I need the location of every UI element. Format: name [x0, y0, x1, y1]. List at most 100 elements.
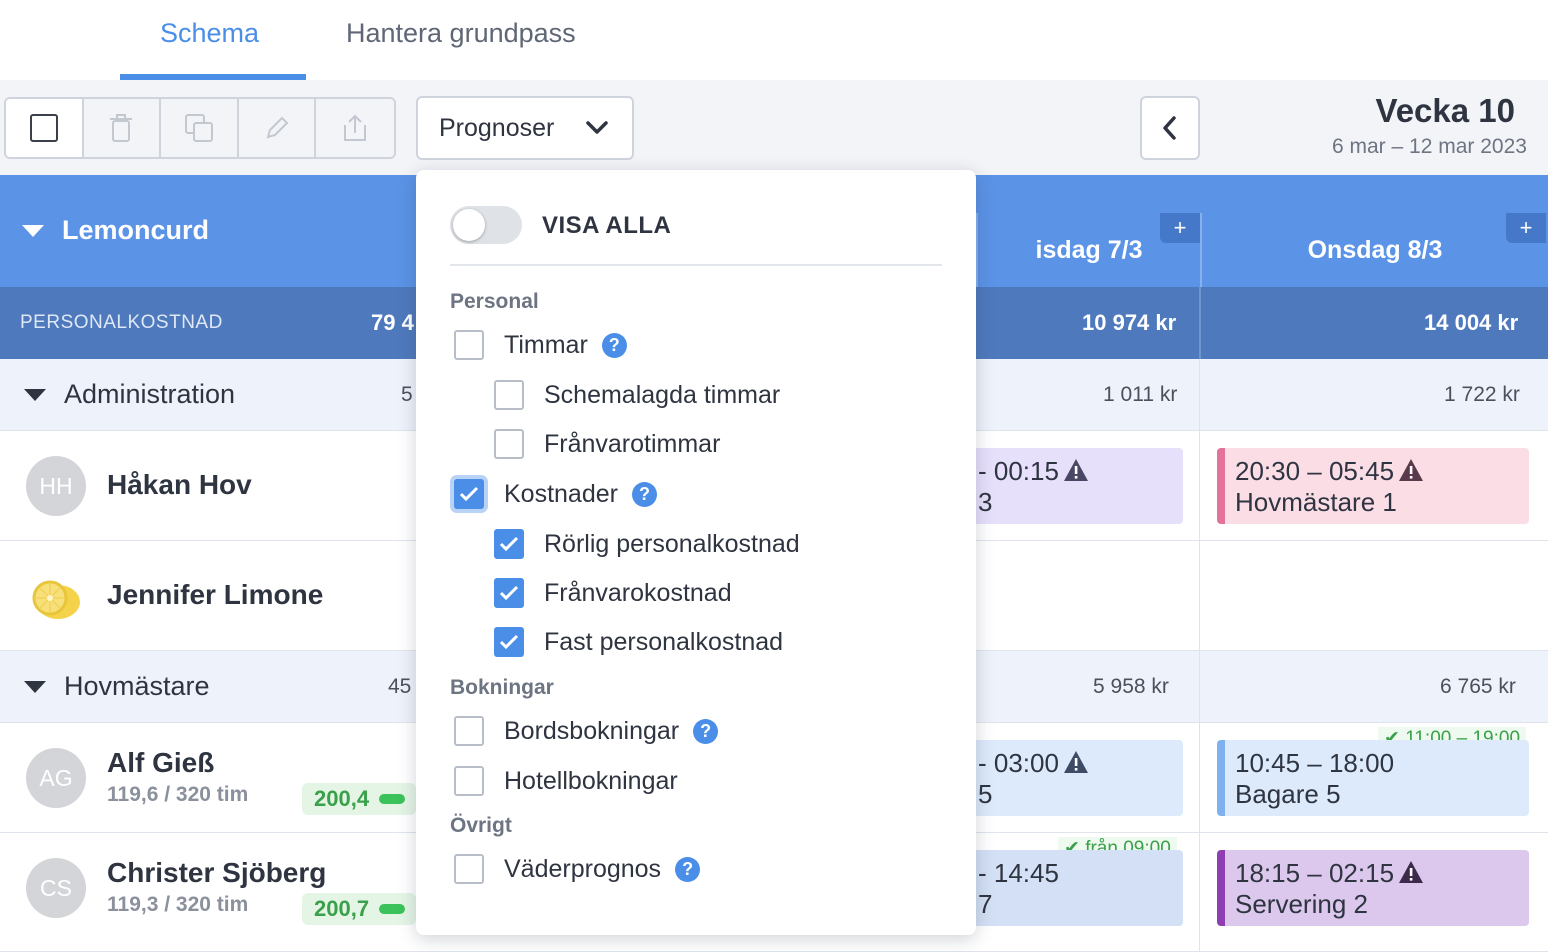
option-label: Timmar — [504, 330, 588, 359]
checkbox[interactable] — [454, 766, 484, 796]
prognoser-dropdown-button[interactable]: Prognoser — [416, 96, 634, 160]
chevron-left-icon — [1163, 116, 1176, 140]
option-rorlig-personalkostnad[interactable]: Rörlig personalkostnad — [494, 529, 800, 559]
balance-indicator — [379, 904, 406, 914]
warning-icon — [1063, 751, 1088, 773]
option-vaderprognos[interactable]: Väderprognos ? — [454, 854, 701, 884]
help-icon[interactable]: ? — [693, 718, 719, 744]
option-hotellbokningar[interactable]: Hotellbokningar — [454, 766, 678, 796]
avatar: HH — [26, 456, 86, 516]
checkbox[interactable] — [494, 429, 524, 459]
shift-card[interactable]: - 03:00 5 — [960, 740, 1183, 816]
staff-cost-total: 79 4 — [371, 310, 414, 335]
help-icon[interactable]: ? — [601, 332, 627, 358]
shift-card[interactable]: 18:15 – 02:15 Servering 2 — [1217, 850, 1529, 926]
option-franvarotimmar[interactable]: Frånvarotimmar — [494, 429, 720, 459]
select-all-button[interactable] — [6, 99, 84, 157]
option-fast-personalkostnad[interactable]: Fast personalkostnad — [494, 627, 783, 657]
column-divider — [1199, 359, 1200, 431]
shift-role: Servering 2 — [1235, 889, 1368, 919]
group-total: 5 — [401, 383, 413, 406]
checkbox[interactable] — [454, 479, 484, 509]
chevron-down-icon — [586, 121, 608, 134]
select-all-checkbox[interactable] — [29, 114, 58, 142]
week-title: Vecka 10 — [1375, 92, 1515, 129]
divider — [450, 264, 942, 266]
section-personal: Personal — [450, 290, 539, 313]
employee-name[interactable]: Jennifer Limone — [107, 579, 323, 611]
checkmark-icon — [499, 634, 519, 650]
tab-schema[interactable]: Schema — [160, 18, 259, 49]
shift-time: 18:15 – 02:15 — [1235, 858, 1395, 888]
column-divider — [1199, 431, 1200, 541]
employee-hours: 119,3 / 320 tim — [107, 893, 249, 916]
employee-name[interactable]: Håkan Hov — [107, 469, 252, 501]
checkmark-icon — [499, 536, 519, 552]
tab-hantera-grundpass[interactable]: Hantera grundpass — [346, 18, 576, 49]
column-divider — [1199, 287, 1201, 359]
checkbox[interactable] — [454, 854, 484, 884]
group-cost-tuesday: 1 011 kr — [1103, 383, 1178, 406]
shift-card[interactable]: - 00:15 3 — [960, 448, 1183, 524]
checkbox[interactable] — [494, 380, 524, 410]
help-icon[interactable]: ? — [675, 856, 701, 882]
group-cost-tuesday: 5 958 kr — [1093, 675, 1169, 698]
group-name: Hovmästare — [24, 671, 210, 702]
checkbox[interactable] — [454, 716, 484, 746]
employee-hours: 119,6 / 320 tim — [107, 783, 249, 806]
add-shift-button[interactable]: + — [1160, 213, 1200, 243]
group-label: Administration — [64, 379, 236, 409]
caret-down-icon — [24, 388, 46, 401]
group-name: Administration — [24, 379, 235, 410]
checkmark-icon — [499, 585, 519, 601]
option-label: Väderprognos — [504, 854, 662, 883]
show-all-toggle[interactable] — [450, 206, 522, 244]
toggle-knob — [453, 209, 485, 241]
help-icon[interactable]: ? — [631, 481, 657, 507]
column-divider — [1199, 541, 1200, 651]
shift-time: 10:45 – 18:00 — [1235, 748, 1395, 778]
checkbox[interactable] — [494, 578, 524, 608]
staff-cost-label: PERSONALKOSTNAD — [20, 312, 223, 333]
employee-name[interactable]: Christer Sjöberg — [107, 857, 326, 889]
option-label: Hotellbokningar — [504, 766, 678, 795]
shift-role: Hovmästare 1 — [1235, 487, 1397, 517]
day-header-wednesday: Onsdag 8/3 + — [1200, 213, 1548, 287]
badge-value: 200,4 — [314, 786, 370, 811]
option-label: Fast personalkostnad — [544, 627, 784, 656]
previous-week-button[interactable] — [1140, 96, 1200, 160]
company-group-toggle[interactable]: Lemoncurd — [22, 215, 209, 246]
checkbox[interactable] — [494, 627, 524, 657]
option-franvarokostnad[interactable]: Frånvarokostnad — [494, 578, 732, 608]
shift-color-bar — [1217, 740, 1225, 816]
delete-button[interactable] — [84, 99, 162, 157]
shift-card[interactable]: 20:30 – 05:45 Hovmästare 1 — [1217, 448, 1529, 524]
shift-role: Bagare 5 — [1235, 779, 1341, 809]
option-kostnader[interactable]: Kostnader ? — [454, 479, 657, 509]
publish-button[interactable] — [316, 99, 394, 157]
shift-card[interactable]: 10:45 – 18:00 Bagare 5 — [1217, 740, 1529, 816]
staff-cost-wednesday: 14 004 kr — [1424, 310, 1519, 335]
option-label: Bordsbokningar — [504, 716, 680, 745]
option-timmar[interactable]: Timmar ? — [454, 330, 627, 360]
edit-button[interactable] — [239, 99, 317, 157]
checkbox[interactable] — [494, 529, 524, 559]
hours-balance-badge: 200,7 — [302, 893, 416, 925]
copy-button[interactable] — [161, 99, 239, 157]
shift-card[interactable]: - 14:45 7 — [960, 850, 1183, 926]
option-schemalagda-timmar[interactable]: Schemalagda timmar — [494, 380, 780, 410]
group-total: 45 — [388, 675, 412, 698]
company-name: Lemoncurd — [62, 215, 210, 245]
balance-indicator — [379, 794, 406, 804]
option-bordsbokningar[interactable]: Bordsbokningar ? — [454, 716, 719, 746]
staff-cost-tuesday: 10 974 kr — [1082, 310, 1177, 335]
checkbox[interactable] — [454, 330, 484, 360]
option-label: Schemalagda timmar — [544, 380, 781, 409]
shift-time: - 14:45 — [978, 858, 1059, 888]
employee-name[interactable]: Alf Gieß — [107, 747, 214, 779]
add-shift-button[interactable]: + — [1506, 213, 1546, 243]
group-cost-wednesday: 1 722 kr — [1444, 383, 1520, 406]
week-date-range: 6 mar – 12 mar 2023 — [1332, 135, 1527, 158]
shift-time: - 03:00 — [978, 748, 1059, 778]
shift-role: 5 — [978, 779, 993, 809]
